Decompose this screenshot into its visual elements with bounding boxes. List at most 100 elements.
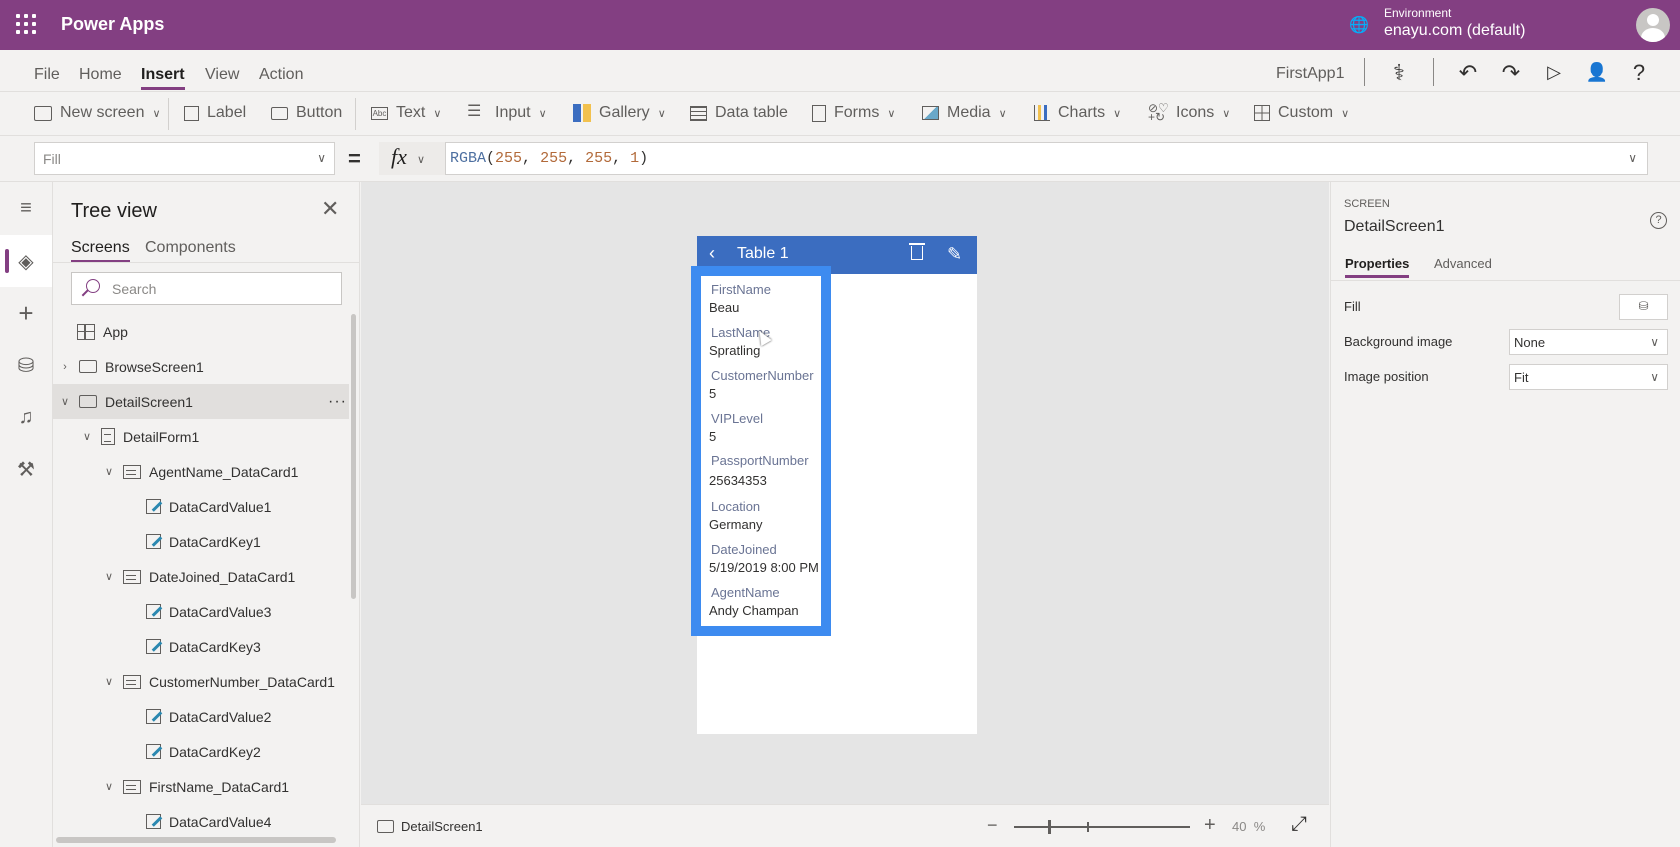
- menu-home[interactable]: Home: [79, 66, 122, 84]
- chevron-down-icon[interactable]: ∨: [103, 780, 115, 793]
- edit-pencil-icon[interactable]: ✎: [947, 244, 962, 265]
- tree-item-datacardvalue2[interactable]: DataCardValue2: [53, 699, 349, 734]
- charts-dropdown[interactable]: Charts ∨: [1034, 104, 1121, 122]
- tree-item-datacardkey1[interactable]: DataCardKey1: [53, 524, 349, 559]
- help-icon[interactable]: ?: [1650, 212, 1667, 229]
- zoom-in-icon[interactable]: +: [1204, 814, 1216, 837]
- redo-icon[interactable]: ↷: [1499, 60, 1523, 86]
- tree-item-agentname-datacard1[interactable]: ∨ AgentName_DataCard1: [53, 454, 349, 489]
- tree-item-datacardvalue1[interactable]: DataCardValue1: [53, 489, 349, 524]
- formula-arg: 255: [585, 150, 613, 167]
- field-value: Beau: [709, 300, 740, 315]
- card-icon: [123, 674, 141, 689]
- formula-input[interactable]: RGBA(255, 255, 255, 1) ∨: [445, 142, 1648, 175]
- chevron-right-icon[interactable]: ›: [59, 361, 71, 373]
- tab-properties[interactable]: Properties: [1345, 256, 1410, 278]
- menu-insert[interactable]: Insert: [141, 66, 185, 90]
- button-button[interactable]: Button: [271, 104, 342, 122]
- tab-screens[interactable]: Screens: [71, 239, 130, 262]
- more-options-icon[interactable]: ···: [328, 393, 347, 411]
- fx-button[interactable]: fx ∨: [379, 142, 445, 175]
- current-screen-name[interactable]: DetailScreen1: [401, 819, 483, 834]
- fit-to-window-icon[interactable]: ⤢: [1291, 813, 1307, 836]
- help-icon[interactable]: ?: [1627, 60, 1651, 86]
- undo-icon[interactable]: ↶: [1456, 60, 1480, 86]
- advanced-tools-icon[interactable]: ⚒: [0, 443, 52, 495]
- form-field-agentname[interactable]: AgentName Andy Champan: [709, 585, 799, 618]
- design-canvas[interactable]: ‹ Table 1 ✎ FirstName Beau LastName Spratl…: [361, 182, 1329, 804]
- tree-item-datacardkey3[interactable]: DataCardKey3: [53, 629, 349, 664]
- tree-item-firstname-datacard1[interactable]: ∨ FirstName_DataCard1: [53, 769, 349, 804]
- tree-view-layers-icon[interactable]: ◈: [0, 235, 52, 287]
- expand-formula-icon[interactable]: ∨: [1628, 151, 1637, 165]
- tree-item-detailscreen1[interactable]: ∨ DetailScreen1 ···: [53, 384, 349, 419]
- tree-item-datejoined-datacard1[interactable]: ∨ DateJoined_DataCard1: [53, 559, 349, 594]
- chevron-down-icon[interactable]: ∨: [81, 430, 93, 443]
- chevron-down-icon[interactable]: ∨: [103, 465, 115, 478]
- new-screen-icon: [34, 105, 52, 121]
- property-selector[interactable]: Fill ∨: [34, 142, 335, 175]
- icons-dropdown[interactable]: ⊘♡ +↻ Icons ∨: [1148, 102, 1230, 123]
- environment-picker[interactable]: enayu.com (default): [1384, 22, 1525, 40]
- user-avatar[interactable]: [1636, 8, 1670, 42]
- tab-advanced[interactable]: Advanced: [1434, 256, 1492, 271]
- app-checker-icon[interactable]: ⚕: [1387, 60, 1411, 86]
- chevron-down-icon: ∨: [657, 107, 666, 120]
- delete-trash-icon[interactable]: [909, 243, 925, 260]
- tree-item-customernumber-datacard1[interactable]: ∨ CustomerNumber_DataCard1: [53, 664, 349, 699]
- zoom-slider-thumb[interactable]: [1048, 820, 1051, 834]
- zoom-out-icon[interactable]: −: [987, 815, 998, 836]
- form-field-viplevel[interactable]: VIPLevel 5: [709, 411, 763, 444]
- menu-file[interactable]: File: [34, 66, 60, 84]
- chevron-down-icon[interactable]: ∨: [59, 395, 71, 408]
- zoom-slider[interactable]: [1014, 820, 1190, 834]
- form-field-location[interactable]: Location Germany: [709, 499, 762, 532]
- tree-item-datacardvalue4[interactable]: DataCardValue4: [53, 804, 349, 834]
- media-dropdown[interactable]: Media ∨: [922, 104, 1007, 122]
- back-arrow-icon[interactable]: ‹: [709, 243, 715, 264]
- fill-color-picker[interactable]: ⛁: [1619, 294, 1668, 320]
- tree-vertical-scrollbar[interactable]: [351, 314, 356, 599]
- custom-dropdown[interactable]: Custom ∨: [1254, 104, 1349, 122]
- tab-components[interactable]: Components: [145, 239, 236, 257]
- tree-item-datacardkey2[interactable]: DataCardKey2: [53, 734, 349, 769]
- gallery-dropdown[interactable]: Gallery ∨: [573, 104, 666, 122]
- form-field-firstname[interactable]: FirstName Beau: [709, 282, 771, 315]
- detail-form-selected[interactable]: FirstName Beau LastName Spratling Customer…: [691, 266, 831, 636]
- detail-screen-preview[interactable]: ‹ Table 1 ✎ FirstName Beau LastName Spratl…: [691, 236, 977, 734]
- label-button[interactable]: Label: [184, 104, 246, 122]
- tree-item-app[interactable]: App: [53, 314, 349, 349]
- chevron-down-icon[interactable]: ∨: [103, 675, 115, 688]
- data-cylinder-icon[interactable]: ⛁: [0, 339, 52, 391]
- edit-control-icon: [146, 709, 161, 724]
- tree-item-detailform1[interactable]: ∨ DetailForm1: [53, 419, 349, 454]
- menu-action[interactable]: Action: [259, 66, 303, 84]
- close-icon[interactable]: ✕: [321, 196, 339, 222]
- tree-item-datacardvalue3[interactable]: DataCardValue3: [53, 594, 349, 629]
- insert-plus-icon[interactable]: +: [0, 287, 52, 339]
- input-dropdown[interactable]: ☰ Input ∨: [467, 104, 547, 122]
- image-position-dropdown[interactable]: Fit ∨: [1509, 364, 1668, 390]
- share-user-icon[interactable]: 👤: [1585, 62, 1609, 83]
- form-field-customernumber[interactable]: CustomerNumber 5: [709, 368, 814, 401]
- form-field-passportnumber[interactable]: PassportNumber 25634353: [709, 453, 809, 488]
- forms-dropdown[interactable]: Forms ∨: [812, 104, 895, 122]
- edit-control-icon: [146, 639, 161, 654]
- formula-arg: 255: [495, 150, 523, 167]
- new-screen-label: New screen: [60, 104, 145, 121]
- form-field-datejoined[interactable]: DateJoined 5/19/2019 8:00 PM: [709, 542, 819, 575]
- menu-view[interactable]: View: [205, 66, 239, 84]
- media-icon[interactable]: ♫: [0, 391, 52, 443]
- tree-view-title: Tree view: [71, 200, 157, 222]
- background-image-dropdown[interactable]: None ∨: [1509, 329, 1668, 355]
- tree-search-input[interactable]: Search: [71, 272, 342, 305]
- hamburger-menu-icon[interactable]: ≡: [0, 182, 52, 234]
- text-dropdown[interactable]: Abc Text ∨: [371, 104, 441, 122]
- app-launcher-icon[interactable]: [16, 14, 36, 34]
- preview-play-icon[interactable]: ▷: [1542, 62, 1566, 83]
- new-screen-button[interactable]: New screen ∨: [34, 104, 161, 122]
- tree-horizontal-scrollbar[interactable]: [56, 837, 336, 843]
- tree-item-browsescreen1[interactable]: › BrowseScreen1: [53, 349, 349, 384]
- chevron-down-icon[interactable]: ∨: [103, 570, 115, 583]
- data-table-button[interactable]: Data table: [690, 104, 788, 122]
